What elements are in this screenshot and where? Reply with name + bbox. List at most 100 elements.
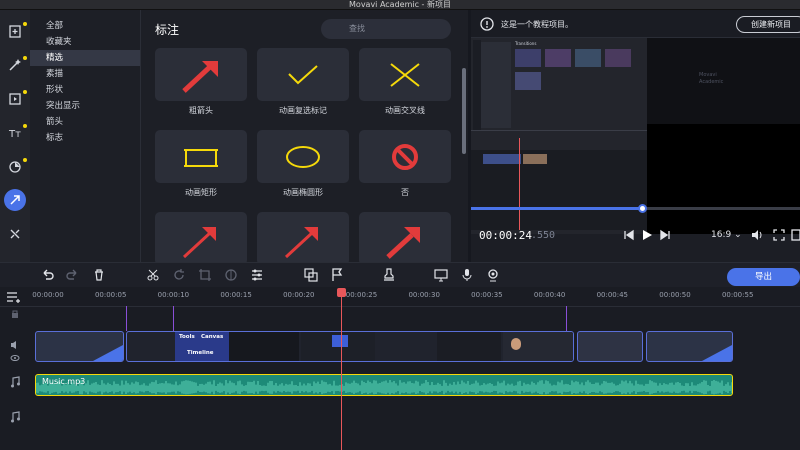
- track-lock-icon[interactable]: [10, 309, 20, 319]
- volume-icon[interactable]: [751, 229, 763, 241]
- info-icon: [480, 17, 494, 31]
- ruler-tick: 00:00:50: [659, 291, 691, 299]
- track-header-audio-2: [0, 411, 30, 423]
- preview-progress-knob[interactable]: [638, 204, 648, 213]
- tile-label: 动画交叉线: [385, 106, 425, 115]
- category-highlight[interactable]: 突出显示: [30, 98, 140, 114]
- tile-label: 动画复选标记: [279, 106, 327, 115]
- stickers-icon[interactable]: [4, 156, 27, 178]
- aspect-ratio-select[interactable]: 16:9 ⌄: [711, 230, 742, 240]
- detach-preview-icon[interactable]: [791, 229, 800, 241]
- overlay-marker[interactable]: [126, 306, 127, 331]
- cut-icon[interactable]: [146, 268, 160, 282]
- callout-tile-animated-ellipse[interactable]: [257, 130, 349, 183]
- preview-progress-track[interactable]: [471, 204, 800, 213]
- cross-icon: [390, 62, 420, 87]
- webcam-icon[interactable]: [486, 268, 500, 282]
- titles-icon[interactable]: Tт: [4, 122, 27, 144]
- playhead[interactable]: [341, 289, 342, 450]
- inner-section-title: Transitions: [515, 41, 537, 46]
- search-input[interactable]: 查找: [321, 19, 451, 39]
- callouts-arrow-icon[interactable]: [4, 189, 26, 211]
- timeline-toolbar: 导出: [0, 263, 800, 287]
- fullscreen-icon[interactable]: [773, 229, 785, 241]
- skip-forward-icon[interactable]: [659, 229, 671, 241]
- clip-thumbnail: Tools Canvas Timeline: [175, 332, 229, 361]
- category-sketch[interactable]: 素描: [30, 66, 140, 82]
- play-icon[interactable]: [641, 229, 653, 241]
- marker-flag-icon[interactable]: [330, 268, 344, 282]
- playhead-handle[interactable]: [337, 288, 346, 297]
- ruler-tick: 00:00:55: [721, 291, 754, 299]
- video-clip[interactable]: [646, 331, 733, 362]
- skip-back-icon[interactable]: [623, 229, 635, 241]
- overlay-marker[interactable]: [173, 306, 174, 331]
- category-arrows[interactable]: 箭头: [30, 114, 140, 130]
- undo-icon[interactable]: [40, 268, 54, 282]
- no-sign-icon: [392, 143, 418, 170]
- track-visibility-icon[interactable]: [10, 353, 20, 363]
- clip-properties-icon[interactable]: [250, 268, 264, 282]
- track-header-text: [0, 309, 30, 319]
- callout-tile-arrow[interactable]: [257, 212, 349, 262]
- audio-clip[interactable]: Music.mp3: [35, 374, 733, 396]
- more-tools-icon[interactable]: [4, 223, 26, 245]
- callout-tile-animated-cross[interactable]: [359, 48, 451, 101]
- rotate-icon[interactable]: [172, 268, 186, 282]
- notice-text: 这是一个教程项目。: [501, 20, 573, 29]
- video-clip-main[interactable]: Tools Canvas Timeline: [126, 331, 574, 362]
- inner-player: Movavi Academic: [647, 38, 800, 124]
- callout-tile-arrow[interactable]: [155, 212, 247, 262]
- stamp-icon[interactable]: [382, 268, 396, 282]
- grid-scrollbar[interactable]: [462, 68, 466, 154]
- callout-tile-animated-rectangle[interactable]: [155, 130, 247, 183]
- callout-tile-arrow[interactable]: [359, 212, 451, 262]
- grid-title: 标注: [155, 23, 180, 37]
- arrow-icon: [386, 226, 420, 259]
- add-track-icon[interactable]: [6, 290, 22, 304]
- microphone-icon[interactable]: [460, 268, 474, 282]
- new-indicator: [23, 124, 27, 128]
- callout-tile-thick-arrow[interactable]: [155, 48, 247, 101]
- preview-panel: 这是一个教程项目。 创建新项目 Transitions Movavi Acade…: [471, 10, 800, 262]
- category-featured[interactable]: 精选: [30, 50, 140, 66]
- checkmark-icon: [288, 64, 318, 84]
- video-clip[interactable]: [577, 331, 643, 362]
- ruler-tick: 00:00:25: [345, 291, 378, 299]
- ruler-tick: 00:00:10: [157, 291, 190, 299]
- effects-wand-icon[interactable]: [4, 54, 27, 76]
- audio-clip-name: Music.mp3: [42, 377, 86, 386]
- ruler-tick: 00:00:15: [220, 291, 252, 299]
- ruler-tick: 00:00:30: [408, 291, 440, 299]
- create-new-project-button[interactable]: 创建新项目: [736, 16, 800, 33]
- track-mute-icon[interactable]: [10, 340, 20, 350]
- video-clip[interactable]: [35, 331, 124, 362]
- track-header-audio: [0, 376, 30, 388]
- ruler-tick: 00:00:45: [596, 291, 629, 299]
- callout-tile-no[interactable]: [359, 130, 451, 183]
- color-adjust-icon[interactable]: [224, 268, 238, 282]
- music-note-icon: [11, 376, 20, 388]
- tile-label: 否: [401, 188, 409, 197]
- window-title: Movavi Academic - 新项目: [0, 0, 800, 10]
- export-button[interactable]: 导出: [727, 268, 800, 286]
- category-all[interactable]: 全部: [30, 18, 140, 34]
- delete-icon[interactable]: [92, 268, 106, 282]
- category-panel: 全部 收藏夹 精选 素描 形状 突出显示 箭头 标志: [30, 10, 141, 262]
- tile-label: 动画椭圆形: [283, 188, 323, 197]
- crop-icon[interactable]: [198, 268, 212, 282]
- redo-icon[interactable]: [66, 268, 80, 282]
- transitions-icon[interactable]: [4, 88, 27, 110]
- category-shapes[interactable]: 形状: [30, 82, 140, 98]
- category-favorites[interactable]: 收藏夹: [30, 34, 140, 50]
- import-files-icon[interactable]: [4, 20, 27, 42]
- callout-tile-animated-check[interactable]: [257, 48, 349, 101]
- overlay-icon[interactable]: [304, 268, 318, 282]
- preview-screen: Transitions Movavi Academic: [471, 38, 800, 234]
- ruler-tick: 00:00:05: [94, 291, 127, 299]
- screen-record-icon[interactable]: [434, 268, 448, 282]
- timeline-ruler[interactable]: 00:00:00 00:00:05 00:00:10 00:00:15 00:00:20…: [0, 287, 800, 307]
- category-signs[interactable]: 标志: [30, 130, 140, 146]
- playback-controls: 00:00:24 .550 16:9 ⌄: [471, 204, 800, 262]
- overlay-marker[interactable]: [566, 306, 567, 331]
